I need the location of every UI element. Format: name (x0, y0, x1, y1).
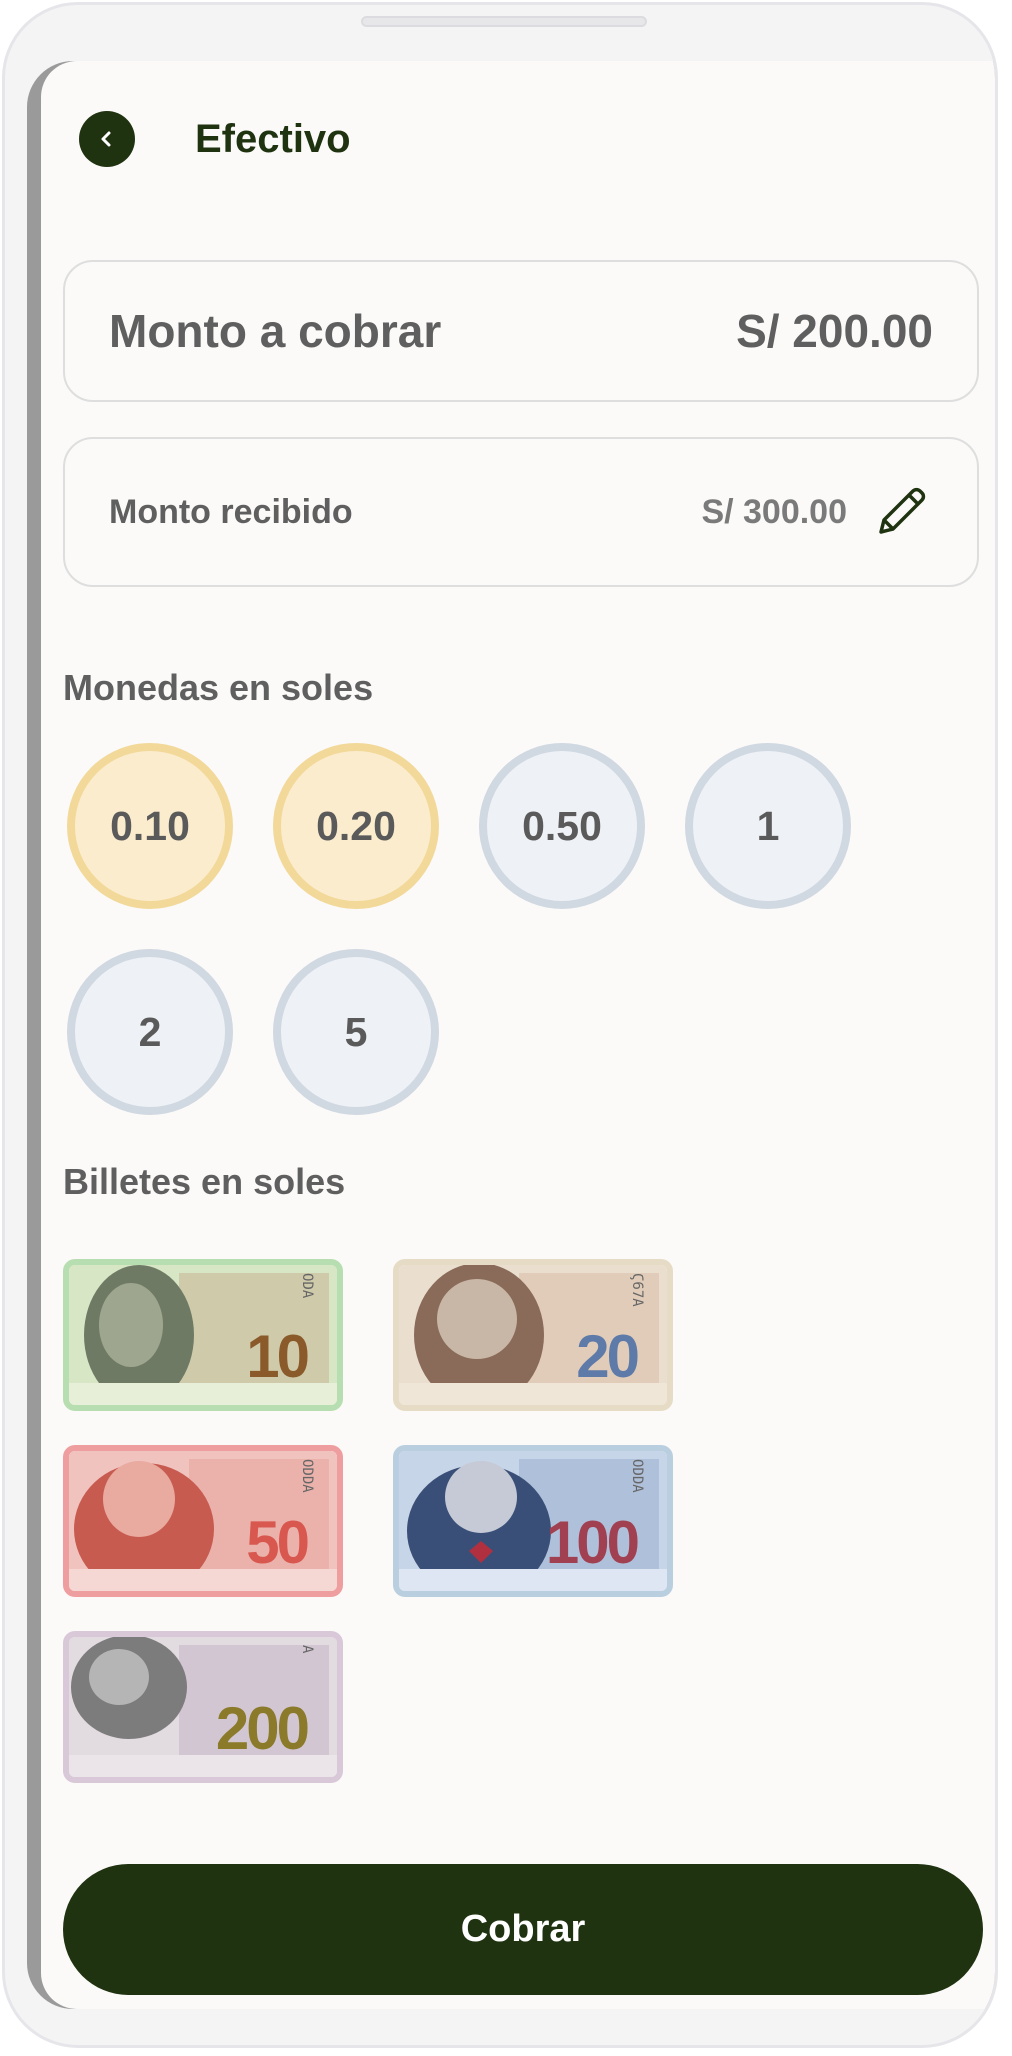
amount-received-value: S/ 300.00 (701, 492, 847, 531)
amount-due-card: Monto a cobrar S/ 200.00 (63, 260, 979, 402)
bill-denomination: 10 (246, 1323, 310, 1390)
amount-received-card[interactable]: Monto recibido S/ 300.00 (63, 437, 979, 587)
coin-2[interactable]: 2 (67, 949, 233, 1115)
coin-0-10[interactable]: 0.10 (67, 743, 233, 909)
edit-amount-button[interactable] (869, 480, 933, 544)
serial-code: A (299, 1645, 315, 1654)
bill-denomination: 20 (576, 1323, 640, 1390)
coin-5[interactable]: 5 (273, 949, 439, 1115)
bill-denomination: 50 (246, 1509, 310, 1576)
back-button[interactable] (79, 111, 135, 167)
serial-code: ODA (299, 1273, 315, 1299)
bill-100[interactable]: ODDA 100 (393, 1445, 673, 1597)
amount-received-label: Monto recibido (109, 492, 353, 531)
coin-0-50[interactable]: 0.50 (479, 743, 645, 909)
bill-denomination: 100 (545, 1509, 640, 1576)
page-title: Efectivo (195, 117, 351, 161)
amount-received-value-group: S/ 300.00 (701, 480, 933, 544)
coins-section-title: Monedas en soles (63, 667, 374, 708)
bill-20[interactable]: Ϛ67A 20 (393, 1259, 673, 1411)
amount-due-value: S/ 200.00 (736, 305, 933, 357)
speaker-grille (361, 16, 647, 27)
coin-1[interactable]: 1 (685, 743, 851, 909)
bill-10[interactable]: ODA 10 (63, 1259, 343, 1411)
serial-code: Ϛ67A (629, 1273, 645, 1307)
header (79, 111, 135, 167)
amount-due-label: Monto a cobrar (109, 305, 442, 357)
device-frame: Efectivo Monto a cobrar S/ 200.00 Monto … (2, 2, 998, 2048)
pencil-icon (879, 487, 926, 534)
serial-code: ODDA (629, 1459, 645, 1493)
coin-0-20[interactable]: 0.20 (273, 743, 439, 909)
chevron-left-icon (101, 131, 111, 147)
serial-code: ODDA (299, 1459, 315, 1493)
bill-50[interactable]: ODDA 50 (63, 1445, 343, 1597)
bill-200[interactable]: A 200 (63, 1631, 343, 1783)
cobrar-button[interactable]: Cobrar (63, 1864, 983, 1995)
bills-section-title: Billetes en soles (63, 1161, 346, 1202)
bill-denomination: 200 (215, 1695, 310, 1762)
